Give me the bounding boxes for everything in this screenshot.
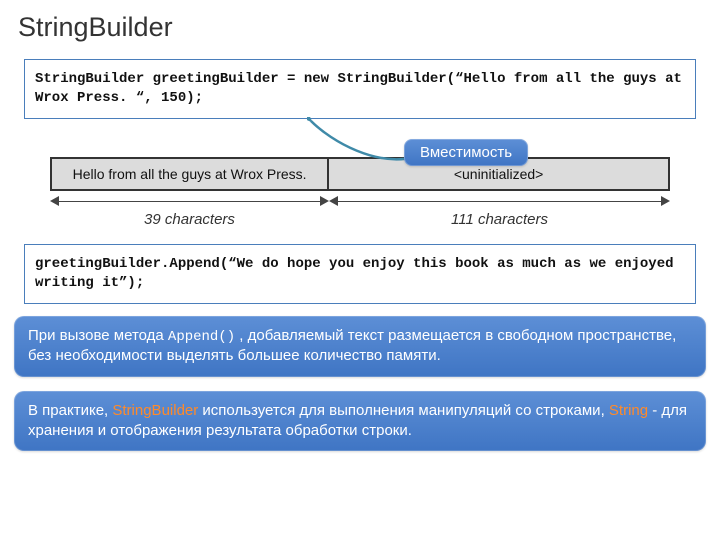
page-title: StringBuilder xyxy=(0,0,720,53)
left-count-label: 39 characters xyxy=(144,211,235,228)
double-arrow-icon xyxy=(329,197,670,207)
info1-prefix: При вызове метода xyxy=(28,327,168,344)
info2-p1a: В практике, xyxy=(28,402,112,419)
buffer-row: Hello from all the guys at Wrox Press. <… xyxy=(50,157,670,191)
double-arrow-icon xyxy=(50,197,329,207)
info2-string: String xyxy=(609,402,648,419)
info1-method-name: Append() xyxy=(168,329,235,345)
right-count-label: 111 characters xyxy=(451,211,548,228)
buffer-initialized-segment: Hello from all the guys at Wrox Press. xyxy=(52,159,329,189)
left-extent: 39 characters xyxy=(50,195,329,228)
code-block-constructor: StringBuilder greetingBuilder = new Stri… xyxy=(24,59,696,119)
info-append-explanation: При вызове метода Append() , добавляемый… xyxy=(14,316,706,377)
info-practice-note: В практике, StringBuilder используется д… xyxy=(14,391,706,452)
capacity-badge: Вместимость xyxy=(404,139,528,166)
right-extent: 111 characters xyxy=(329,195,670,228)
buffer-diagram: Hello from all the guys at Wrox Press. <… xyxy=(50,157,670,228)
info2-stringbuilder: StringBuilder xyxy=(112,402,198,419)
code-block-append: greetingBuilder.Append(“We do hope you e… xyxy=(24,244,696,304)
info2-p1c: используется для выполнения манипуляций … xyxy=(198,402,609,419)
